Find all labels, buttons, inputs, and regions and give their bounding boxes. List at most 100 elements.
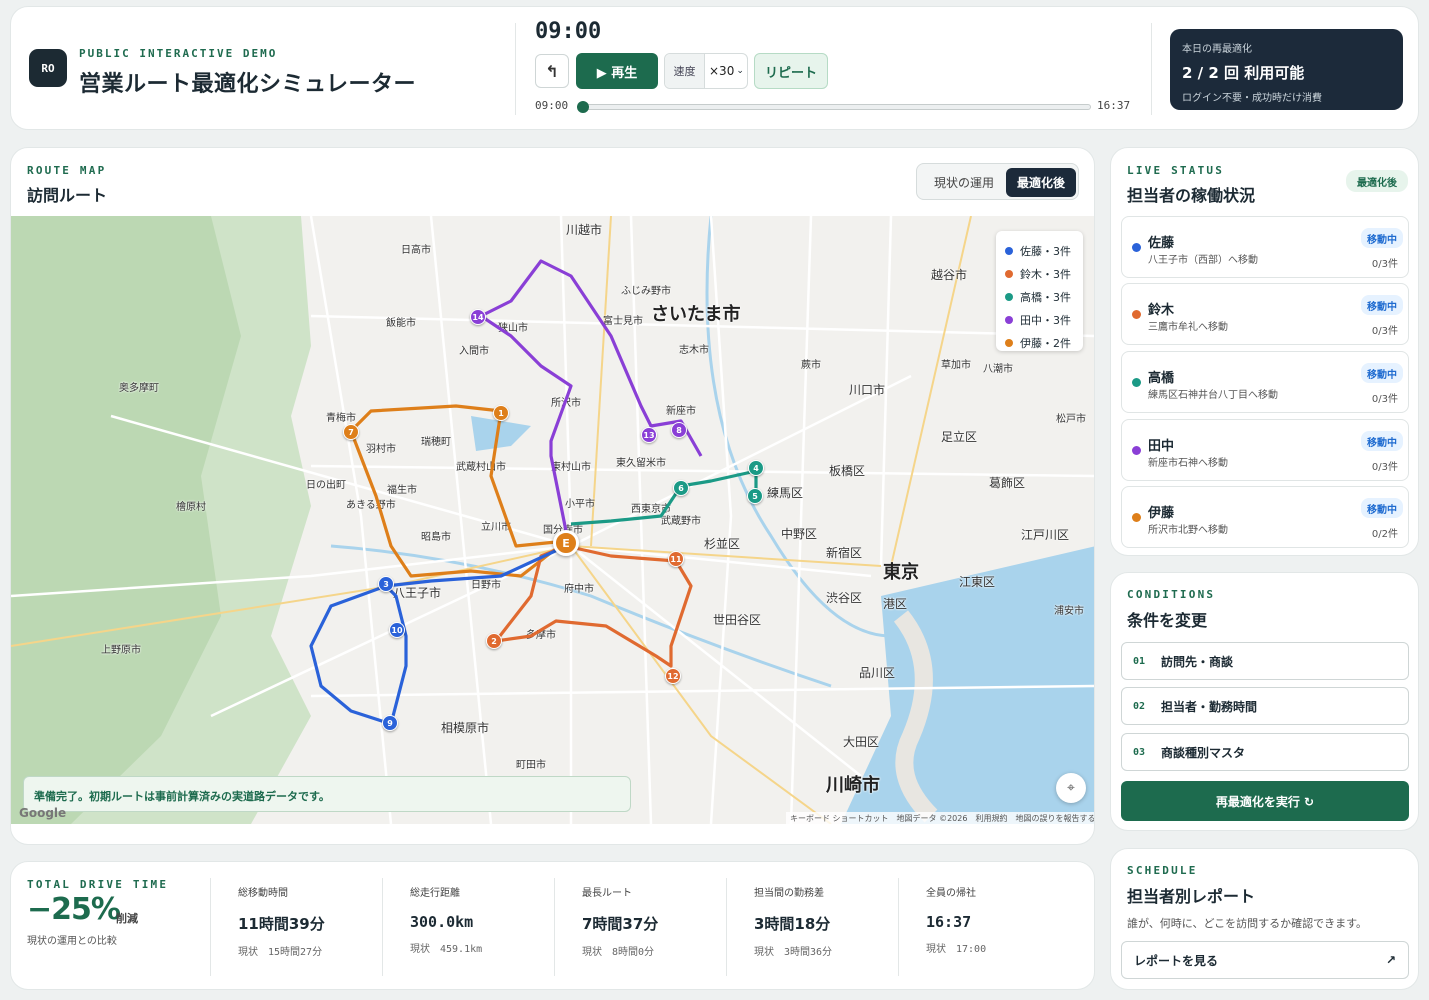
metric-distance: 総走行距離 300.0km 現状 459.1km: [382, 878, 554, 976]
metric-longest-route: 最長ルート 7時間37分 現状 8時間0分: [554, 878, 726, 976]
agent-color-dot: [1132, 378, 1141, 387]
place-label: ふじみ野市: [621, 286, 671, 297]
place-label: あきる野市: [346, 500, 396, 511]
map-canvas[interactable]: 川越市 日高市 ふじみ野市 越谷市 さいたま市 狭山市 富士見市 飯能市 入間市 志木市 蕨市 草加市…: [11, 216, 1094, 824]
legend-item: 佐藤・3件: [1005, 239, 1074, 262]
agent-state-badge: 移動中: [1361, 431, 1403, 451]
agent-visit-count: 0/3件: [1371, 259, 1398, 270]
place-label: 東久留米市: [616, 458, 666, 469]
stop-marker[interactable]: 6: [673, 480, 689, 496]
metric-baseline: 現状 8時間0分: [582, 947, 655, 958]
repeat-button[interactable]: リピート: [754, 53, 828, 89]
place-label: 瑞穂町: [421, 437, 451, 448]
stop-marker[interactable]: 3: [378, 576, 394, 592]
agent-visit-count: 0/3件: [1371, 394, 1398, 405]
map-attribution[interactable]: キーボード ショートカット 地図データ ©2026 利用規約 地図の誤りを報告す…: [786, 812, 1094, 824]
stop-marker[interactable]: 14: [470, 309, 486, 325]
metric-baseline: 現状 17:00: [926, 944, 987, 955]
place-label: 東京: [883, 562, 919, 583]
place-label: 品川区: [859, 666, 896, 680]
agent-color-dot: [1132, 446, 1141, 455]
rewind-button[interactable]: ↰: [535, 54, 569, 88]
route-legend: 佐藤・3件 鈴木・3件 高橋・3件 田中・3件 伊藤・2件: [996, 231, 1083, 351]
place-label: さいたま市: [651, 304, 741, 325]
map-svg: [11, 216, 1094, 824]
depot-marker[interactable]: E: [553, 530, 579, 556]
metric-label: 担当間の勤務差: [754, 888, 824, 899]
legend-item: 伊藤・2件: [1005, 331, 1074, 354]
stop-marker[interactable]: 2: [486, 633, 502, 649]
option-number: 03: [1133, 746, 1146, 758]
place-label: 港区: [883, 597, 908, 611]
agent-color-dot: [1132, 243, 1141, 252]
app-title: 営業ルート最適化シミュレーター: [79, 72, 417, 97]
conditions-card: CONDITIONS 条件を変更 01 訪問先・商談 02 担当者・勤務時間 03 商…: [1110, 572, 1419, 831]
status-badge: 最適化後: [1346, 170, 1408, 192]
place-label: 狭山市: [498, 323, 528, 334]
agent-color-dot: [1132, 513, 1141, 522]
condition-option-staff[interactable]: 02 担当者・勤務時間: [1121, 687, 1409, 725]
agent-name: 鈴木: [1148, 303, 1175, 318]
stop-marker[interactable]: 1: [493, 405, 509, 421]
view-report-button[interactable]: レポートを見る ↗: [1121, 941, 1409, 979]
agent-card[interactable]: 鈴木 三鷹市牟礼へ移動 移動中 0/3件: [1121, 283, 1409, 345]
report-desc: 誰が、何時に、どこを訪問するか確認できます。: [1127, 917, 1368, 930]
agent-card[interactable]: 高橋 練馬区石神井台八丁目へ移動 移動中 0/3件: [1121, 351, 1409, 413]
agent-visit-count: 0/2件: [1371, 529, 1398, 540]
place-label: 相模原市: [441, 721, 490, 735]
stop-marker[interactable]: 11: [668, 551, 684, 567]
place-label: 板橋区: [829, 464, 866, 478]
summary-card: TOTAL DRIVE TIME −25% 削減 現状の運用との比較 総移動時間…: [10, 861, 1095, 990]
legend-label: 伊藤・2件: [1020, 336, 1071, 350]
status-title: 担当者の稼働状況: [1127, 186, 1256, 205]
metric-baseline: 現状 459.1km: [410, 944, 483, 955]
stop-marker[interactable]: 13: [641, 427, 657, 443]
locate-icon[interactable]: ⌖: [1056, 773, 1086, 803]
tab-current[interactable]: 現状の運用: [921, 168, 1007, 197]
agent-card[interactable]: 田中 新座市石神へ移動 移動中 0/3件: [1121, 419, 1409, 481]
place-label: 府中市: [564, 584, 594, 595]
google-logo: Google: [19, 806, 67, 820]
place-label: 足立区: [941, 430, 978, 444]
legend-swatch: [1005, 246, 1013, 255]
place-label: 入間市: [459, 346, 489, 357]
map-eyebrow: ROUTE MAP: [27, 164, 107, 177]
play-button[interactable]: ▶ 再生: [576, 53, 658, 89]
place-label: 新座市: [666, 406, 696, 417]
speed-select[interactable]: 速度 ×30 ⌄: [664, 53, 748, 89]
agent-state-badge: 移動中: [1361, 363, 1403, 383]
agent-name: 伊藤: [1148, 506, 1175, 521]
timeline-thumb[interactable]: [577, 101, 589, 113]
metric-value: 7時間37分: [582, 915, 659, 933]
agent-card[interactable]: 佐藤 八王子市（西部）へ移動 移動中 0/3件: [1121, 216, 1409, 278]
place-label: 大田区: [843, 735, 880, 749]
run-reoptimize-button[interactable]: 再最適化を実行 ↻: [1121, 781, 1409, 821]
quota-label: 本日の再最適化: [1182, 44, 1252, 55]
stop-marker[interactable]: 4: [748, 460, 764, 476]
stop-marker[interactable]: 10: [389, 622, 405, 638]
place-label: 葛飾区: [989, 476, 1026, 490]
place-label: 武蔵村山市: [456, 462, 506, 473]
condition-option-visits[interactable]: 01 訪問先・商談: [1121, 642, 1409, 680]
status-message: 準備完了。初期ルートは事前計算済みの実道路データです。: [23, 776, 631, 812]
place-label: 青梅市: [326, 413, 356, 424]
agent-destination: 三鷹市牟礼へ移動: [1148, 322, 1228, 333]
tab-optimized[interactable]: 最適化後: [1006, 168, 1076, 197]
timeline-slider[interactable]: [581, 104, 1091, 110]
place-label: 武蔵野市: [661, 516, 701, 527]
agent-color-dot: [1132, 310, 1141, 319]
place-label: 八潮市: [983, 364, 1013, 375]
stop-marker[interactable]: 7: [343, 424, 359, 440]
place-label: 飯能市: [386, 318, 416, 329]
view-report-label: レポートを見る: [1134, 953, 1219, 968]
agent-state-badge: 移動中: [1361, 498, 1403, 518]
agent-card[interactable]: 伊藤 所沢市北野へ移動 移動中 0/2件: [1121, 486, 1409, 548]
stop-marker[interactable]: 8: [671, 422, 687, 438]
stop-marker[interactable]: 5: [747, 488, 763, 504]
conditions-eyebrow: CONDITIONS: [1127, 588, 1216, 601]
stop-marker[interactable]: 9: [382, 715, 398, 731]
condition-option-types[interactable]: 03 商談種別マスタ: [1121, 733, 1409, 771]
stop-marker[interactable]: 12: [665, 668, 681, 684]
metric-value: 11時間39分: [238, 915, 325, 933]
route-map-card: ROUTE MAP 訪問ルート 現状の運用 最適化後 川越市 日高市 ふじみ野市…: [10, 147, 1095, 845]
